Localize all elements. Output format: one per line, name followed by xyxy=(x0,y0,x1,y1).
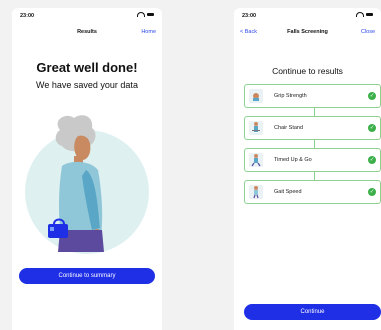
wifi-icon xyxy=(356,12,364,17)
connector-line xyxy=(314,172,315,180)
checkmark-icon: ✓ xyxy=(368,92,376,100)
test-card-timed-up-and-go[interactable]: Timed Up & Go ✓ xyxy=(244,148,381,172)
status-time: 23:00 xyxy=(20,13,35,19)
home-link[interactable]: Home xyxy=(141,29,156,35)
nav-bar: < Back Falls Screening Close xyxy=(234,25,381,39)
status-bar: 23:00 xyxy=(12,8,162,24)
chair-stand-icon xyxy=(249,121,263,135)
status-bar: 23:00 xyxy=(234,8,381,24)
section-title: Continue to results xyxy=(272,66,343,76)
connector-line xyxy=(314,108,315,116)
continue-to-summary-button[interactable]: Continue to summary xyxy=(19,268,155,284)
results-screen: 23:00 Results Home Great well done! We h… xyxy=(12,8,162,330)
continue-button[interactable]: Continue xyxy=(244,304,381,320)
test-label: Timed Up & Go xyxy=(274,157,312,163)
headline: Great well done! xyxy=(36,60,138,75)
test-label: Grip Strength xyxy=(274,93,307,99)
nav-title: Falls Screening xyxy=(287,29,328,35)
battery-icon xyxy=(366,12,373,17)
status-icons xyxy=(356,12,373,17)
test-card-gait-speed[interactable]: Gait Speed ✓ xyxy=(244,180,381,204)
falls-screening-screen: 23:00 < Back Falls Screening Close Conti… xyxy=(234,8,381,330)
wifi-icon xyxy=(137,12,145,17)
status-icons xyxy=(137,12,154,17)
test-card-chair-stand[interactable]: Chair Stand ✓ xyxy=(244,116,381,140)
test-label: Chair Stand xyxy=(274,125,304,131)
canvas: 23:00 Results Home Great well done! We h… xyxy=(0,0,381,330)
battery-icon xyxy=(147,12,154,17)
walking-icon xyxy=(249,153,263,167)
nav-bar: Results Home xyxy=(12,25,162,39)
close-button[interactable]: Close xyxy=(361,29,375,35)
subline: We have saved your data xyxy=(36,80,138,90)
test-label: Gait Speed xyxy=(274,189,302,195)
elderly-woman-illustration xyxy=(25,115,149,254)
checkmark-icon: ✓ xyxy=(368,156,376,164)
checkmark-icon: ✓ xyxy=(368,124,376,132)
checkmark-icon: ✓ xyxy=(368,188,376,196)
test-card-grip-strength[interactable]: Grip Strength ✓ xyxy=(244,84,381,108)
status-time: 23:00 xyxy=(242,13,257,19)
nav-title: Results xyxy=(77,29,97,35)
connector-line xyxy=(314,140,315,148)
gait-icon xyxy=(249,185,263,199)
hand-icon xyxy=(249,89,263,103)
